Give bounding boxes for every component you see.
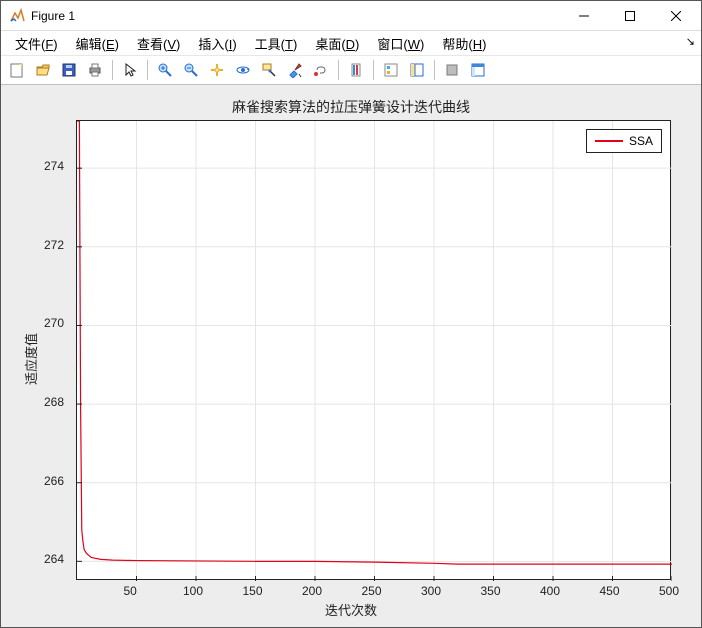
menu-bar: 文件(F)编辑(E)查看(V)插入(I)工具(T)桌面(D)窗口(W)帮助(H)…	[1, 31, 701, 55]
figure-window: Figure 1 文件(F)编辑(E)查看(V)插入(I)工具(T)桌面(D)窗…	[0, 0, 702, 628]
save-button[interactable]	[57, 58, 81, 82]
menu-v[interactable]: 查看(V)	[129, 32, 188, 55]
maximize-button[interactable]	[607, 1, 653, 31]
menu-h[interactable]: 帮助(H)	[434, 32, 494, 55]
xtick-label: 250	[362, 584, 382, 598]
ytick-label: 272	[44, 238, 64, 252]
xtick-label: 100	[183, 584, 203, 598]
xtick-label: 50	[124, 584, 137, 598]
ytick-label: 264	[44, 552, 64, 566]
pan-button[interactable]	[205, 58, 229, 82]
xtick-label: 350	[481, 584, 501, 598]
zoom-in-icon	[157, 62, 173, 78]
matlab-icon	[9, 8, 25, 24]
legend-swatch	[595, 140, 623, 142]
menu-t[interactable]: 工具(T)	[247, 32, 306, 55]
menu-f[interactable]: 文件(F)	[7, 32, 66, 55]
xtick-label: 300	[421, 584, 441, 598]
rotate-3d-icon	[235, 62, 251, 78]
minimize-button[interactable]	[561, 1, 607, 31]
ytick-label: 266	[44, 474, 64, 488]
data-cursor-button[interactable]	[257, 58, 281, 82]
close-button[interactable]	[653, 1, 699, 31]
ytick-label: 274	[44, 159, 64, 173]
axes[interactable]: SSA	[76, 120, 671, 580]
xlabel: 迭代次数	[1, 600, 701, 619]
ylabel: 适应度值	[21, 333, 40, 385]
pointer-button[interactable]	[118, 58, 142, 82]
toolbar	[1, 55, 701, 85]
axes-svg	[77, 121, 672, 581]
plot-browser-button[interactable]	[405, 58, 429, 82]
brush-icon	[287, 62, 303, 78]
maximize-icon	[625, 11, 635, 21]
chart-title: 麻雀搜索算法的拉压弹簧设计迭代曲线	[1, 97, 701, 117]
zoom-out-button[interactable]	[179, 58, 203, 82]
brush-button[interactable]	[283, 58, 307, 82]
menu-d[interactable]: 桌面(D)	[307, 32, 367, 55]
close-icon	[671, 11, 681, 21]
zoom-in-button[interactable]	[153, 58, 177, 82]
xtick-label: 200	[302, 584, 322, 598]
save-icon	[61, 62, 77, 78]
rotate-3d-button[interactable]	[231, 58, 255, 82]
colorbar-icon	[348, 62, 364, 78]
xtick-label: 450	[600, 584, 620, 598]
show-plot-tools-icon	[470, 62, 486, 78]
link-icon	[313, 62, 329, 78]
open-icon	[35, 62, 51, 78]
pan-icon	[209, 62, 225, 78]
pointer-icon	[122, 62, 138, 78]
open-button[interactable]	[31, 58, 55, 82]
xtick-label: 400	[540, 584, 560, 598]
print-icon	[87, 62, 103, 78]
insert-colorbar-button[interactable]	[344, 58, 368, 82]
hide-plot-tools-icon	[444, 62, 460, 78]
menu-e[interactable]: 编辑(E)	[68, 32, 127, 55]
title-bar[interactable]: Figure 1	[1, 1, 701, 31]
dock-arrow-icon[interactable]: ↘	[686, 35, 695, 48]
ytick-label: 270	[44, 316, 64, 330]
minimize-icon	[579, 11, 589, 21]
insert-legend-button[interactable]	[379, 58, 403, 82]
data-cursor-icon	[261, 62, 277, 78]
new-figure-icon	[9, 62, 25, 78]
hide-plot-tools-button[interactable]	[440, 58, 464, 82]
xtick-label: 500	[659, 584, 679, 598]
insert-colorbar-icon	[409, 62, 425, 78]
show-plot-tools-button[interactable]	[466, 58, 490, 82]
legend-icon	[383, 62, 399, 78]
print-button[interactable]	[83, 58, 107, 82]
xtick-label: 150	[243, 584, 263, 598]
menu-i[interactable]: 插入(I)	[190, 32, 244, 55]
zoom-out-icon	[183, 62, 199, 78]
link-button[interactable]	[309, 58, 333, 82]
menu-w[interactable]: 窗口(W)	[369, 32, 432, 55]
window-title: Figure 1	[31, 9, 75, 23]
legend[interactable]: SSA	[586, 129, 662, 153]
legend-entry: SSA	[629, 134, 653, 148]
new-figure-button[interactable]	[5, 58, 29, 82]
ytick-label: 268	[44, 395, 64, 409]
plot-area: 麻雀搜索算法的拉压弹簧设计迭代曲线 SSA 264 266 268 270 272 274…	[1, 85, 701, 627]
